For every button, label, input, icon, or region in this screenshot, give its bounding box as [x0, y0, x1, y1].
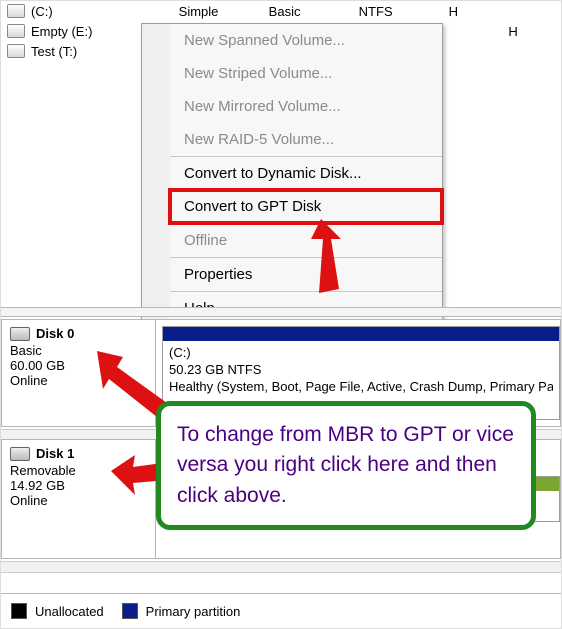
menu-new-mirrored: New Mirrored Volume...: [170, 90, 442, 123]
menu-new-spanned: New Spanned Volume...: [170, 24, 442, 57]
drive-icon: [7, 24, 25, 38]
volume-label: Test (T:): [31, 44, 77, 59]
legend-swatch-unallocated: [11, 603, 27, 619]
callout-text: To change from MBR to GPT or vice versa …: [177, 423, 514, 507]
legend-label-primary: Primary partition: [146, 604, 241, 619]
disk-size: 60.00 GB: [10, 358, 147, 373]
drive-icon: [7, 4, 25, 18]
menu-new-striped: New Striped Volume...: [170, 57, 442, 90]
disk-type: Basic: [10, 343, 147, 358]
partition-color-bar: [163, 327, 559, 341]
partition-size: 50.23 GB NTFS: [169, 362, 553, 379]
legend-swatch-primary: [122, 603, 138, 619]
disk-icon: [10, 327, 30, 341]
legend-label-unallocated: Unallocated: [35, 604, 104, 619]
menu-convert-gpt[interactable]: Convert to GPT Disk: [170, 190, 442, 223]
legend: Unallocated Primary partition: [1, 593, 561, 628]
menu-offline: Offline: [170, 224, 442, 257]
disk-size: 14.92 GB: [10, 478, 147, 493]
menu-convert-dynamic[interactable]: Convert to Dynamic Disk...: [170, 157, 442, 190]
context-menu: New Spanned Volume... New Striped Volume…: [141, 23, 443, 326]
disk-type: Removable: [10, 463, 147, 478]
volume-label: Empty (E:): [31, 24, 92, 39]
volume-row[interactable]: (C:) SimpleBasicNTFSH: [1, 1, 561, 21]
disk-status: Online: [10, 493, 147, 508]
menu-properties[interactable]: Properties: [170, 258, 442, 291]
partition-label: (C:): [169, 345, 553, 362]
menu-new-raid5: New RAID-5 Volume...: [170, 123, 442, 156]
disk-1-info[interactable]: Disk 1 Removable 14.92 GB Online: [1, 439, 156, 559]
disk-title: Disk 0: [36, 326, 74, 341]
pane-splitter[interactable]: [1, 307, 561, 317]
volume-cells: SimpleBasicNTFSH: [179, 4, 499, 19]
disk-icon: [10, 447, 30, 461]
drive-icon: [7, 44, 25, 58]
disk-status: Online: [10, 373, 147, 388]
volume-label: (C:): [31, 4, 53, 19]
disk-0-info[interactable]: Disk 0 Basic 60.00 GB Online: [1, 319, 156, 427]
disk-title: Disk 1: [36, 446, 74, 461]
annotation-callout: To change from MBR to GPT or vice versa …: [156, 401, 536, 530]
partition-status: Healthy (System, Boot, Page File, Active…: [169, 379, 553, 396]
row-gap: [1, 561, 561, 573]
